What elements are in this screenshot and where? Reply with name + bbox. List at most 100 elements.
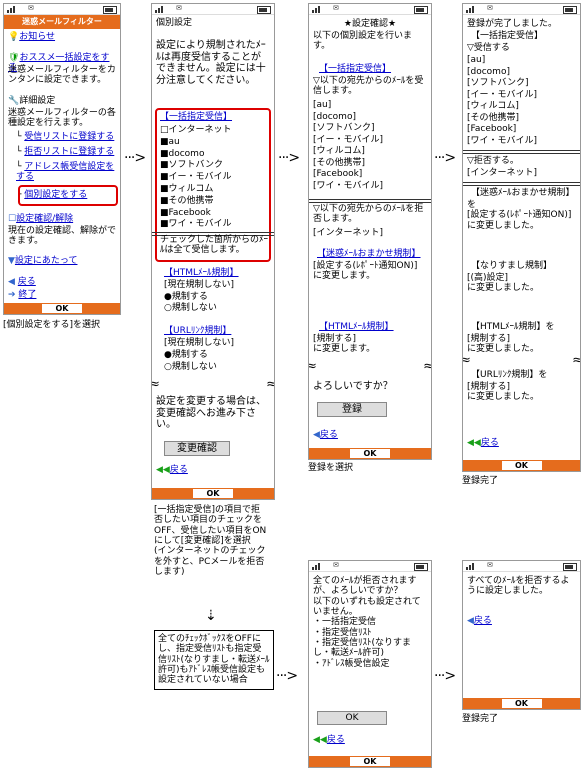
url-radio-on[interactable]: ●規制する bbox=[164, 350, 270, 360]
signal-icon bbox=[466, 5, 478, 13]
back-row[interactable]: ◀戻る bbox=[467, 616, 576, 626]
ok-softkey[interactable]: OK bbox=[350, 449, 390, 458]
bulk-checkbox-item[interactable]: ■Facebook bbox=[160, 208, 270, 220]
bulk-checkbox-item[interactable]: □インターネット bbox=[160, 125, 270, 137]
screen-menu: ✉ 迷惑メールフィルター 💡お知らせ 🛡おススメ一括設定をする 迷惑メールフィル… bbox=[3, 3, 121, 315]
receive-list: [au] [docomo] [ソフトバンク] [イー・モバイル] [ウィルコム] [その他… bbox=[467, 55, 576, 147]
receive-list-item: [au] bbox=[467, 55, 486, 65]
mail-status-icon: ✉ bbox=[333, 561, 339, 569]
news-row[interactable]: 💡お知らせ bbox=[8, 32, 116, 42]
url-desc: [規制する] に変更しました。 bbox=[467, 382, 540, 403]
menu-item-addressbook[interactable]: └ アドレス帳受信設定をする bbox=[16, 162, 116, 183]
bulk-heading: 【一括指定受信】 bbox=[471, 31, 544, 41]
signal-icon bbox=[312, 562, 324, 570]
checkbox-icon: ☐ bbox=[8, 214, 17, 224]
bulk-checkbox-item[interactable]: ■ワイ・モバイル bbox=[160, 219, 270, 231]
back-row[interactable]: ◀◀戻る bbox=[467, 438, 576, 448]
menu-item-receive-list[interactable]: └ 受信リストに登録する bbox=[16, 132, 116, 142]
ok-softkey[interactable]: OK bbox=[42, 304, 82, 313]
bulk-checkbox-item[interactable]: ■その他携帯 bbox=[160, 196, 270, 208]
receive-list-item: [イー・モバイル] bbox=[467, 89, 538, 100]
receive-list-item: [docomo] bbox=[467, 66, 510, 77]
wrench-icon: 🔧 bbox=[8, 96, 20, 106]
html-heading: 【HTMLﾒｰﾙ規制】 bbox=[319, 322, 394, 332]
menu-item-reject-list[interactable]: └ 拒否リストに登録する bbox=[16, 147, 116, 157]
bulk-checklist[interactable]: □インターネット ■au ■docomo ■ソフトバンク ■イー・モバイル ■ウィルコム ■… bbox=[160, 125, 270, 231]
bulk-heading[interactable]: 【一括指定受信】 bbox=[160, 112, 270, 122]
bulk-heading: 【一括指定受信】 bbox=[319, 64, 392, 74]
softkey-bar: OK bbox=[152, 488, 274, 499]
reject-intro: ▽以下の宛先からのﾒｰﾙを拒否します。 bbox=[313, 204, 424, 225]
bulk-checkbox-item[interactable]: ■ソフトバンク bbox=[160, 160, 270, 172]
scroll-break-icon: ≈ bbox=[266, 377, 274, 393]
ok-button[interactable]: OK bbox=[317, 711, 387, 725]
screen-confirm: ✉ ★設定確認★ 以下の個別設定を行います。 【一括指定受信】 ▽以下の宛先から… bbox=[308, 3, 432, 460]
detail-heading: 🔧詳細設定 bbox=[8, 96, 56, 106]
html-heading: 【HTMLﾒｰﾙ規制】を bbox=[471, 322, 555, 332]
html-desc: [規制する] に変更しました。 bbox=[467, 334, 540, 355]
url-heading[interactable]: 【URLﾘﾝｸ規制】 bbox=[164, 326, 270, 336]
softkey-bar: OK bbox=[309, 448, 431, 459]
chevron-down-icon: ▼ bbox=[8, 256, 15, 266]
battery-icon bbox=[103, 6, 117, 14]
about-row[interactable]: ▼設定にあたって bbox=[8, 256, 116, 266]
html-radio-off[interactable]: ○規制しない bbox=[164, 303, 270, 313]
url-status: [現在規制しない] bbox=[164, 338, 235, 348]
news-link[interactable]: お知らせ bbox=[19, 32, 55, 42]
screen-individual: ✉ 個別設定 設定により規制されたﾒｰﾙは再度受信することができません。設定には… bbox=[151, 3, 275, 500]
html-radio-on[interactable]: ●規制する bbox=[164, 292, 270, 302]
scroll-break-icon: ≈ bbox=[463, 353, 471, 369]
ok-softkey[interactable]: OK bbox=[350, 757, 390, 766]
shield-icon: 🛡 bbox=[8, 53, 20, 63]
battery-icon bbox=[414, 6, 428, 14]
bulk-checkbox-item[interactable]: ■au bbox=[160, 137, 270, 149]
confirm-row[interactable]: ☐設定確認/解除 bbox=[8, 214, 116, 224]
warning-text: 全てのﾒｰﾙが拒否されますが、よろしいですか？ 以下のいずれも設定されていません… bbox=[313, 576, 421, 669]
flow-arrow-3: ···> bbox=[434, 150, 456, 166]
url-radio-off[interactable]: ○規制しない bbox=[164, 362, 270, 372]
register-button[interactable]: 登録 bbox=[317, 402, 387, 417]
mail-status-icon: ✉ bbox=[28, 4, 34, 12]
flow-arrow-2: ···> bbox=[278, 150, 300, 166]
ok-softkey[interactable]: OK bbox=[501, 699, 542, 708]
caption-6: 登録完了 bbox=[462, 714, 499, 724]
receive-list-item: [ワイ・モバイル] bbox=[313, 180, 384, 191]
reject-list: [インターネット] bbox=[467, 168, 576, 178]
spoof-heading: 【なりすまし規制】 bbox=[471, 261, 553, 271]
mail-status-icon: ✉ bbox=[176, 4, 182, 12]
ok-softkey[interactable]: OK bbox=[501, 461, 542, 470]
back-row[interactable]: ◀ 戻る bbox=[8, 277, 116, 287]
omakase-heading: 【迷惑ﾒｰﾙおまかせ規制】 bbox=[471, 188, 575, 198]
bulk-checkbox-item[interactable]: ■イー・モバイル bbox=[160, 172, 270, 184]
receive-list-item: [ソフトバンク] bbox=[313, 123, 375, 133]
receive-list-item: [ワイ・モバイル] bbox=[467, 135, 538, 146]
back-row[interactable]: ◀◀戻る bbox=[156, 465, 270, 475]
mail-status-icon: ✉ bbox=[487, 4, 493, 12]
battery-icon bbox=[563, 563, 577, 571]
back-arrow-icon: ◀ bbox=[8, 277, 15, 287]
change-confirm-button[interactable]: 変更確認 bbox=[164, 441, 230, 456]
softkey-bar: OK bbox=[463, 698, 580, 709]
scroll-break-icon: ≈ bbox=[309, 359, 317, 375]
omakase-desc: [設定する(ﾚﾎﾟｰﾄ通知ON)] に変更します。 bbox=[313, 261, 418, 282]
back-arrow-icon: ◀◀ bbox=[156, 465, 170, 475]
signal-icon bbox=[466, 562, 478, 570]
bulk-checkbox-item[interactable]: ■ウィルコム bbox=[160, 184, 270, 196]
receive-intro: ▽以下の宛先からのﾒｰﾙを受信します。 bbox=[313, 76, 424, 97]
exit-icon: ➔ bbox=[8, 290, 16, 300]
receive-list-item: [Facebook] bbox=[467, 124, 517, 134]
end-row[interactable]: ➔ 終了 bbox=[8, 290, 116, 300]
softkey-bar: OK bbox=[309, 756, 431, 767]
receive-list-item: [Facebook] bbox=[313, 169, 363, 179]
condition-note: 全てのﾁｪｯｸﾎﾞｯｸｽをOFFにし、指定受信ﾘｽﾄも指定受信ﾘｽﾄ(なりすまし… bbox=[154, 630, 274, 690]
html-heading[interactable]: 【HTMLﾒｰﾙ規制】 bbox=[164, 268, 270, 278]
battery-icon bbox=[563, 6, 577, 14]
status-bar: ✉ bbox=[309, 561, 431, 572]
back-row[interactable]: ◀◀戻る bbox=[313, 735, 427, 745]
bulk-checkbox-item[interactable]: ■docomo bbox=[160, 149, 270, 161]
recommend-desc: 迷惑メールフィルターをカンタンに設定できます。 bbox=[8, 65, 116, 86]
ok-softkey[interactable]: OK bbox=[193, 489, 233, 498]
caption-1: [個別設定をする]を選択 bbox=[3, 320, 101, 330]
back-row[interactable]: ◀戻る bbox=[313, 430, 427, 440]
flow-arrow-down: ⇣ bbox=[205, 608, 217, 624]
